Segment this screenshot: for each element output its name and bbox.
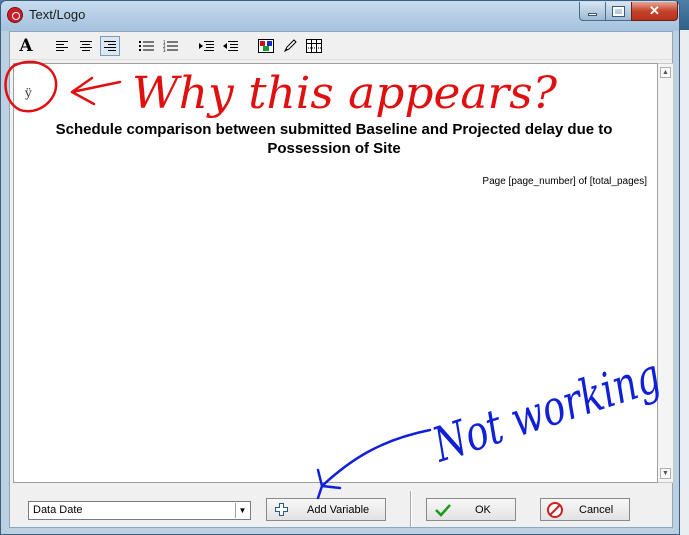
page-number-text: Page [page_number] of [total_pages]	[482, 176, 647, 187]
add-variable-button[interactable]: Add Variable	[266, 498, 386, 521]
heading-line-1: Schedule comparison between submitted Ba…	[55, 121, 613, 138]
minimize-button[interactable]	[579, 2, 606, 21]
scroll-down-arrow[interactable]: ▼	[660, 468, 671, 479]
window-title: Text/Logo	[29, 7, 86, 22]
formatting-toolbar: A 123	[10, 32, 672, 60]
chevron-up-icon: ▲	[662, 69, 669, 76]
align-center-button[interactable]	[76, 36, 96, 56]
close-button[interactable]: ✕	[631, 2, 678, 21]
font-icon: A	[19, 36, 33, 56]
color-palette-icon	[258, 39, 274, 53]
align-left-icon	[56, 41, 68, 51]
cancel-icon	[547, 502, 563, 518]
scroll-up-arrow[interactable]: ▲	[660, 67, 671, 78]
font-button[interactable]: A	[16, 36, 36, 56]
add-variable-label: Add Variable	[307, 503, 370, 516]
chevron-down-icon[interactable]: ▼	[235, 503, 249, 518]
maximize-button[interactable]	[605, 2, 632, 21]
indent-icon	[198, 41, 214, 51]
chevron-down-icon: ▼	[662, 470, 669, 477]
checkmark-icon	[435, 504, 451, 517]
variable-select-value: Data Date	[33, 504, 83, 516]
close-icon: ✕	[649, 3, 660, 18]
heading-text: Schedule comparison between submitted Ba…	[34, 120, 634, 158]
heading-line-2: Possession of Site	[267, 140, 401, 157]
pen-icon	[283, 39, 297, 53]
cancel-button[interactable]: Cancel	[540, 498, 630, 521]
align-right-icon	[104, 41, 116, 51]
increase-indent-button[interactable]	[196, 36, 216, 56]
decrease-indent-button[interactable]	[220, 36, 240, 56]
ok-label: OK	[475, 503, 491, 516]
table-button[interactable]	[304, 36, 324, 56]
pen-button[interactable]	[280, 36, 300, 56]
numbered-list-button[interactable]: 123	[160, 36, 180, 56]
text-editor-area[interactable]: ÿ Schedule comparison between submitted …	[13, 63, 658, 483]
align-center-icon	[80, 41, 92, 51]
stray-character: ÿ	[25, 86, 32, 100]
variable-select[interactable]: Data Date ▼	[28, 501, 251, 520]
vertical-scrollbar[interactable]: ▲ ▼	[658, 63, 674, 483]
align-right-button[interactable]	[100, 36, 120, 56]
bullet-list-button[interactable]	[136, 36, 156, 56]
text-logo-dialog: Text/Logo ✕ A 1 2 3 ÿ Schedule compariso…	[0, 0, 680, 535]
title-bar[interactable]: Text/Logo ✕	[1, 1, 679, 29]
svg-text:3: 3	[163, 48, 166, 52]
plus-icon	[275, 503, 288, 516]
button-divider	[410, 491, 412, 527]
maximize-icon	[612, 5, 625, 17]
cancel-label: Cancel	[579, 503, 614, 516]
minimize-icon	[588, 13, 597, 16]
bottom-action-bar: Data Date ▼ Add Variable OK Cancel	[10, 487, 672, 527]
align-left-button[interactable]	[52, 36, 72, 56]
numbered-list-icon: 123	[163, 40, 178, 52]
outdent-icon	[222, 41, 238, 51]
table-icon	[306, 39, 322, 53]
dialog-client-area: A 123 ÿ Schedule comparison between subm…	[9, 31, 674, 528]
background-window-edge	[679, 30, 689, 535]
color-button[interactable]	[256, 36, 276, 56]
ok-button[interactable]: OK	[426, 498, 516, 521]
oracle-app-icon	[7, 7, 23, 23]
bullet-list-icon	[138, 41, 154, 51]
